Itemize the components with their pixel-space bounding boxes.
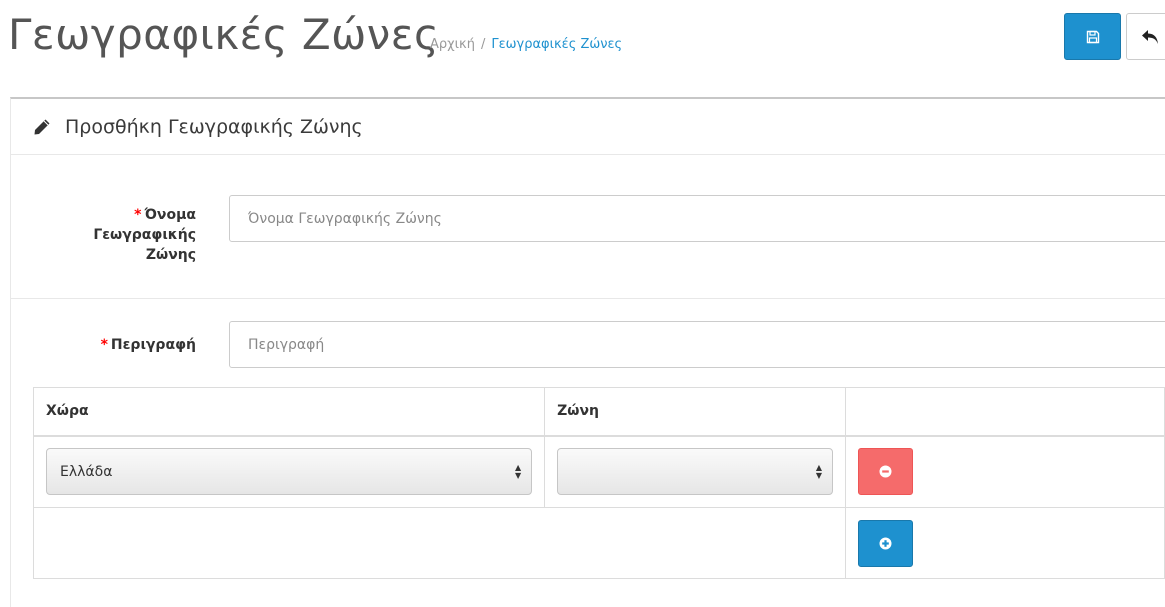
- breadcrumb-home-link[interactable]: Αρχική: [430, 37, 475, 52]
- geo-zone-name-label: * Όνομα Γεωγραφικής Ζώνης: [93, 207, 196, 263]
- required-asterisk: *: [100, 337, 108, 353]
- pencil-icon: [34, 119, 50, 134]
- country-select[interactable]: Ελλάδα ▲ ▼: [46, 448, 533, 496]
- country-cell: Ελλάδα ▲ ▼: [32, 435, 546, 508]
- geo-zone-name-row: * Όνομα Γεωγραφικής Ζώνης: [11, 157, 1165, 299]
- required-asterisk: *: [134, 207, 142, 223]
- empty-cell: [32, 507, 847, 579]
- table-row: Ελλάδα ▲ ▼ ▲ ▼: [32, 435, 1165, 508]
- add-zone-button[interactable]: [858, 519, 914, 567]
- page-title: Γεωγραφικές Ζώνες: [8, 10, 440, 59]
- select-arrows-icon: ▲ ▼: [815, 463, 823, 481]
- reply-arrow-icon: [1142, 29, 1158, 44]
- zone-cell: ▲ ▼: [544, 435, 847, 508]
- table-header-row: Χώρα Ζώνη: [32, 387, 1165, 437]
- description-input[interactable]: [229, 321, 1165, 368]
- column-header-actions: [845, 387, 1165, 437]
- breadcrumb-separator: /: [480, 37, 486, 52]
- panel-heading: Προσθήκη Γεωγραφικής Ζώνης: [11, 99, 1165, 155]
- breadcrumb: Αρχική / Γεωγραφικές Ζώνες: [430, 37, 622, 52]
- save-button[interactable]: [1064, 13, 1121, 60]
- zone-to-geo-zone-table: Χώρα Ζώνη Ελλάδα ▲ ▼ ▲ ▼: [32, 387, 1165, 579]
- column-header-country: Χώρα: [32, 387, 546, 437]
- add-cell: [845, 507, 1165, 579]
- action-cell: [845, 435, 1165, 508]
- plus-circle-icon: [879, 537, 892, 549]
- zone-select[interactable]: ▲ ▼: [557, 448, 834, 496]
- table-footer-row: [32, 507, 1165, 579]
- description-label: * Περιγραφή: [100, 337, 196, 353]
- breadcrumb-current-link[interactable]: Γεωγραφικές Ζώνες: [491, 37, 622, 52]
- geo-zone-name-input[interactable]: [229, 195, 1165, 242]
- description-row: * Περιγραφή: [11, 300, 1165, 386]
- panel-title: Προσθήκη Γεωγραφικής Ζώνης: [65, 115, 363, 138]
- column-header-zone: Ζώνη: [544, 387, 847, 437]
- minus-circle-icon: [879, 465, 892, 478]
- country-select-value: Ελλάδα: [60, 463, 113, 480]
- floppy-disk-icon: [1086, 30, 1099, 43]
- back-button[interactable]: [1126, 13, 1165, 60]
- select-arrows-icon: ▲ ▼: [514, 463, 522, 481]
- remove-zone-button[interactable]: [858, 448, 914, 496]
